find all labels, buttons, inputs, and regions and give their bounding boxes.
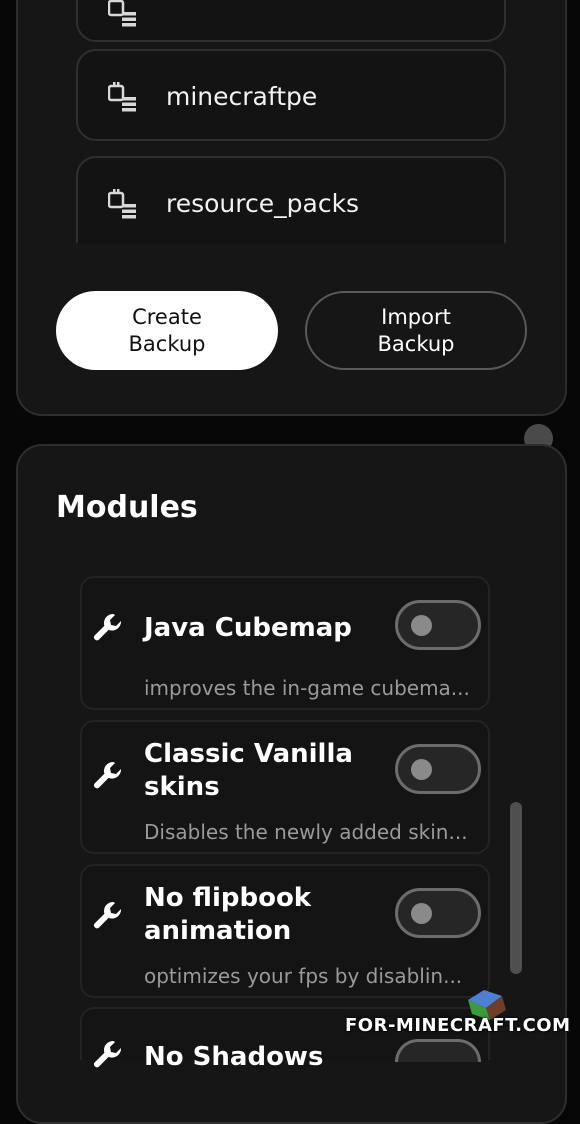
wrench-icon bbox=[94, 1041, 122, 1068]
folder-storage-icon bbox=[108, 82, 136, 112]
folder-item-resource-packs[interactable]: resource_packs bbox=[76, 156, 506, 244]
folder-label: resource_packs bbox=[166, 189, 360, 218]
import-backup-button[interactable]: Import Backup bbox=[305, 291, 527, 370]
module-java-cubemap[interactable]: Java Cubemap improves the in-game cubema… bbox=[80, 576, 490, 710]
scrollbar[interactable] bbox=[510, 802, 522, 974]
wrench-icon bbox=[94, 614, 122, 641]
module-description: Disables the newly added skin... bbox=[144, 820, 468, 844]
module-classic-vanilla-skins[interactable]: Classic Vanilla skins Disables the newly… bbox=[80, 720, 490, 854]
folder-item[interactable] bbox=[76, 0, 506, 42]
module-name: No flipbook animation bbox=[144, 883, 312, 946]
module-name: Java Cubemap bbox=[144, 613, 352, 643]
module-description: optimizes your fps by disablin... bbox=[144, 964, 463, 988]
folder-item-minecraftpe[interactable]: minecraftpe bbox=[76, 49, 506, 141]
module-toggle[interactable] bbox=[395, 744, 481, 794]
module-name: Classic Vanilla skins bbox=[144, 739, 353, 802]
wrench-icon bbox=[94, 902, 122, 929]
modules-title: Modules bbox=[56, 490, 198, 525]
watermark: FOR-MINECRAFT.COM bbox=[345, 1015, 571, 1036]
toggle-knob bbox=[411, 903, 432, 924]
module-name: No Shadows bbox=[144, 1042, 324, 1072]
folder-label: minecraftpe bbox=[166, 82, 318, 111]
module-toggle[interactable] bbox=[395, 888, 481, 938]
folder-storage-icon bbox=[108, 189, 136, 219]
module-description: improves the in-game cubema... bbox=[144, 676, 470, 700]
wrench-icon bbox=[94, 762, 122, 789]
toggle-knob bbox=[411, 759, 432, 780]
module-toggle[interactable] bbox=[395, 1039, 481, 1062]
module-no-flipbook-animation[interactable]: No flipbook animation optimizes your fps… bbox=[80, 864, 490, 998]
folder-storage-icon bbox=[108, 0, 136, 27]
create-backup-button[interactable]: Create Backup bbox=[56, 291, 278, 370]
toggle-knob bbox=[411, 615, 432, 636]
module-toggle[interactable] bbox=[395, 600, 481, 650]
